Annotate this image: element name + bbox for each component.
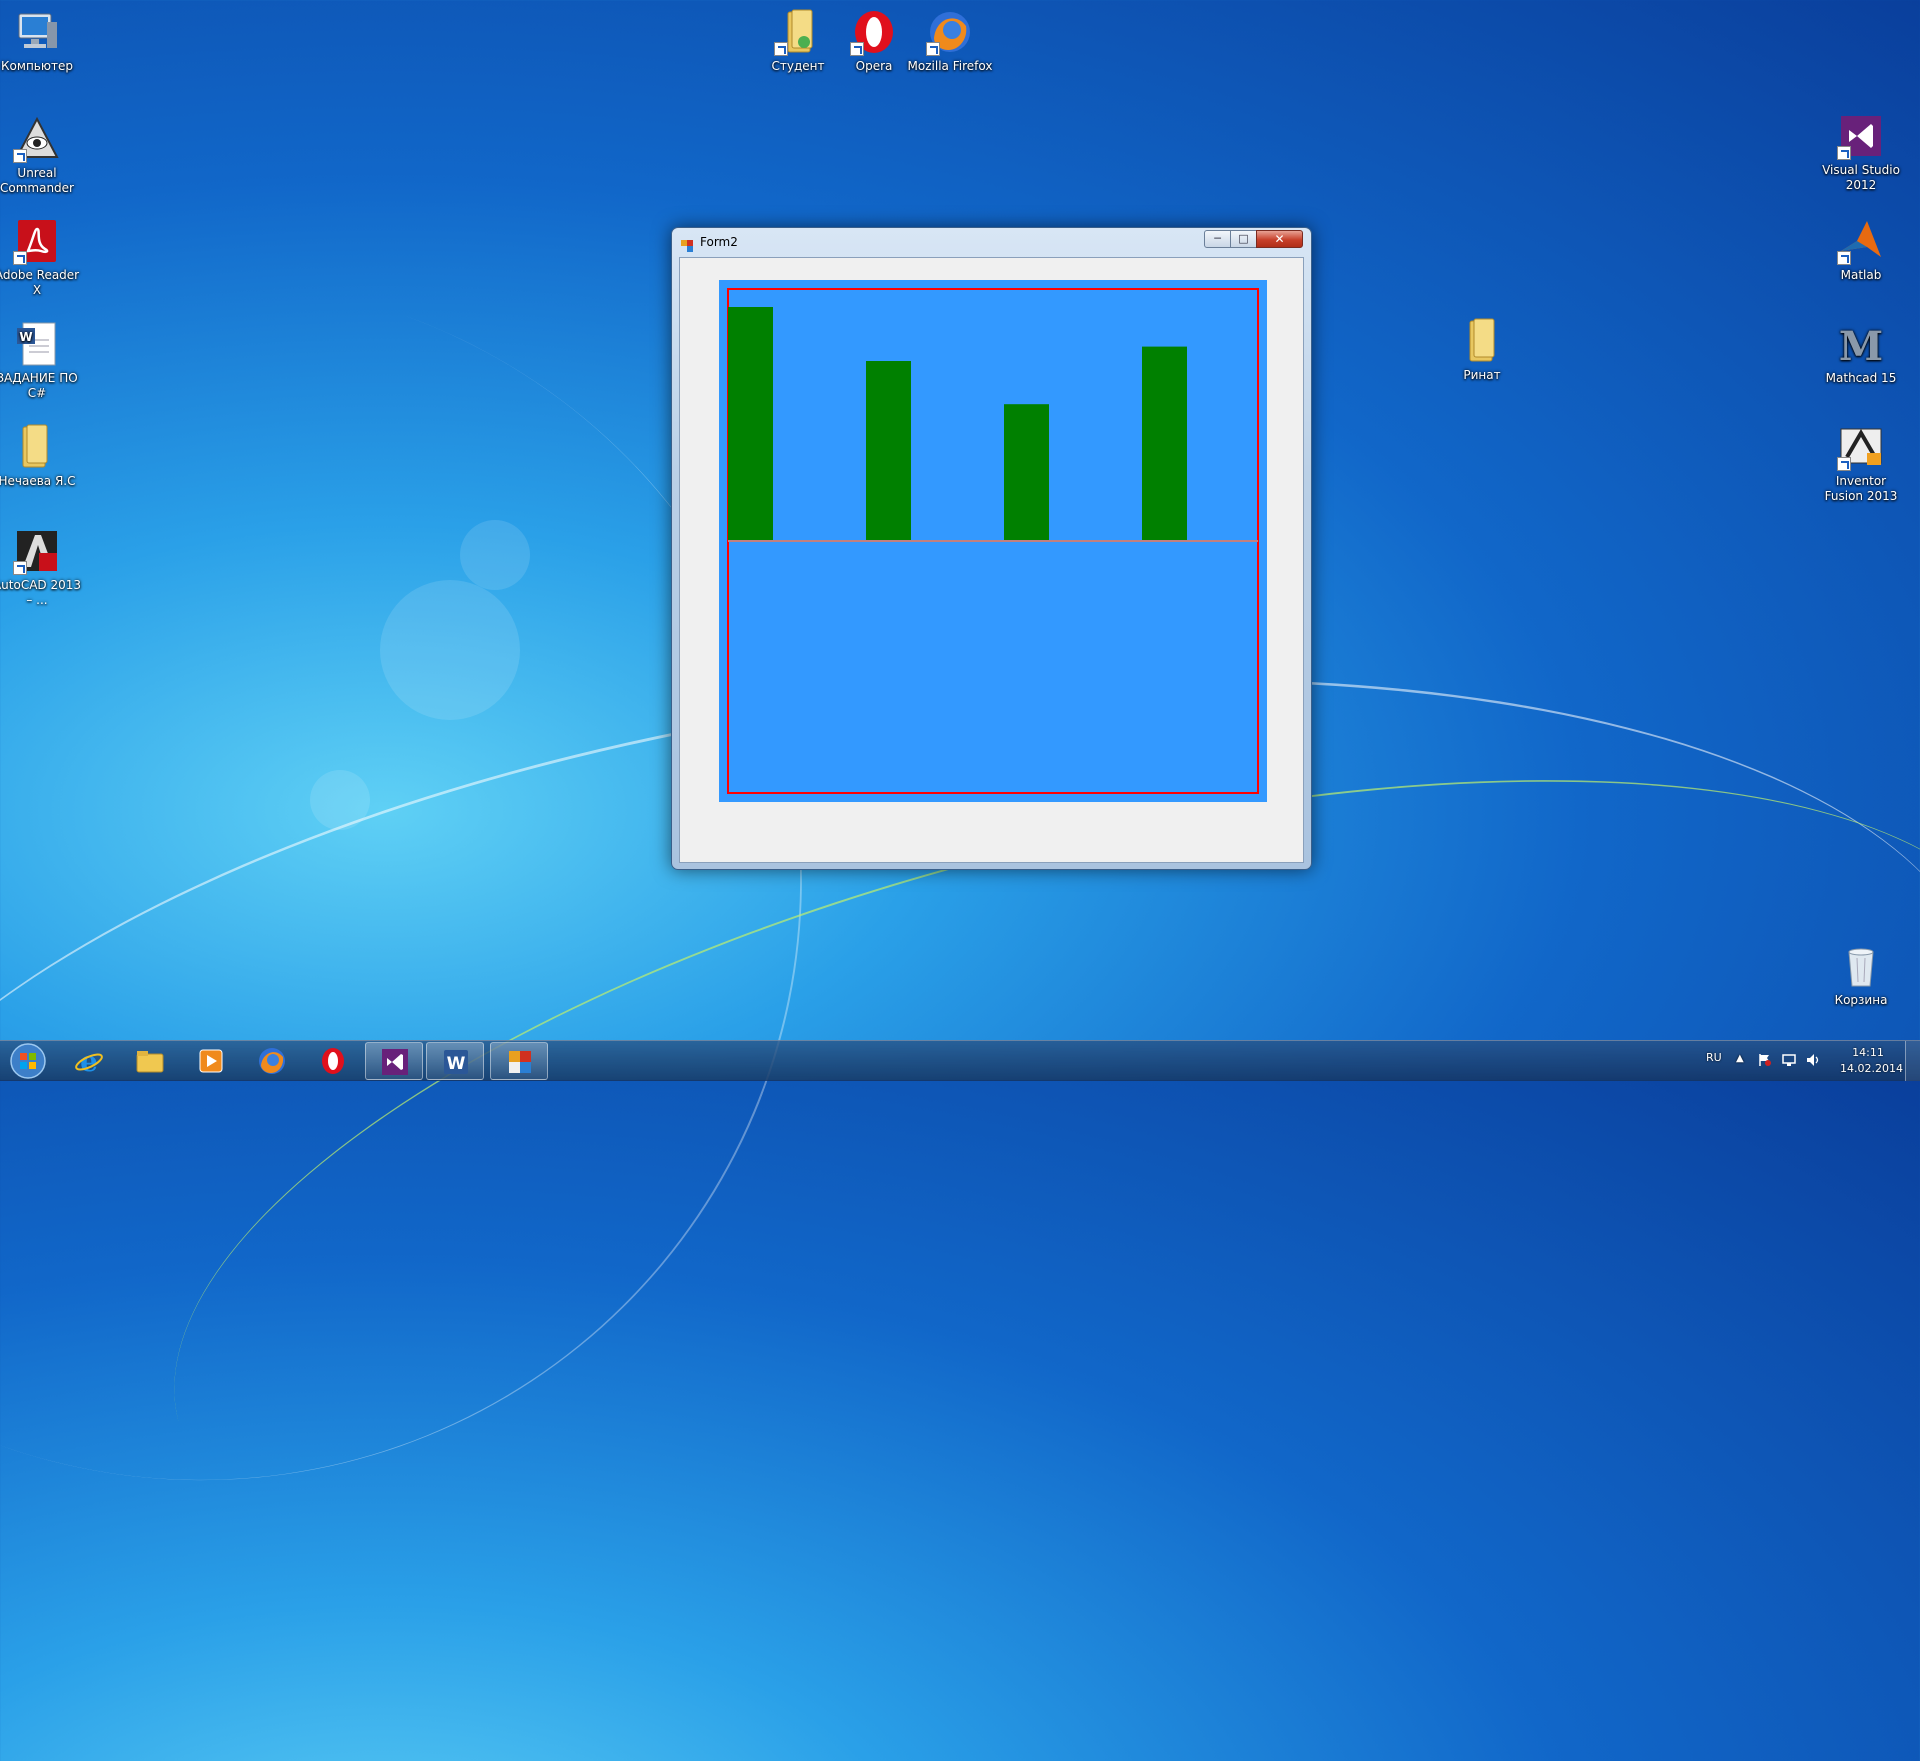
mathcad-icon: M — [1837, 320, 1885, 368]
close-button[interactable]: ✕ — [1256, 230, 1303, 248]
windows-start-icon — [10, 1043, 46, 1079]
form-app-icon — [681, 237, 693, 252]
desktop-icon-label: Mozilla Firefox — [907, 59, 993, 73]
chart-bar — [1004, 404, 1049, 541]
window-title: Form2 — [700, 235, 738, 249]
desktop-icon-firefox[interactable]: Mozilla Firefox — [905, 8, 995, 74]
folder-icon — [1458, 317, 1506, 365]
desktop-icon-label: Inventor Fusion 2013 — [1824, 474, 1898, 503]
network-icon[interactable] — [1782, 1053, 1796, 1070]
form2-window[interactable]: Form2 ─ □ ✕ — [671, 227, 1312, 870]
desktop-icon-label: ЗАДАНИЕ ПО C# — [0, 371, 78, 400]
desktop-icon-label: Mathcad 15 — [1825, 371, 1897, 385]
taskbar-word[interactable]: W — [426, 1042, 484, 1080]
taskbar-form2[interactable] — [490, 1042, 548, 1080]
folder-icon — [136, 1051, 164, 1073]
wallpaper-glow — [380, 580, 520, 720]
media-player-icon — [199, 1049, 223, 1073]
taskbar-internet-explorer[interactable]: e — [60, 1042, 118, 1080]
language-indicator[interactable]: RU — [1706, 1051, 1722, 1064]
start-button[interactable] — [3, 1041, 53, 1081]
word-icon: W — [444, 1050, 468, 1074]
action-center-flag-icon[interactable] — [1758, 1053, 1772, 1070]
svg-text:W: W — [19, 330, 32, 344]
svg-text:M: M — [1839, 323, 1883, 368]
desktop-icon-label: Matlab — [1840, 268, 1882, 282]
computer-icon — [13, 8, 61, 56]
clock-date: 14.02.2014 — [1840, 1062, 1903, 1075]
show-desktop-button[interactable] — [1905, 1041, 1920, 1081]
desktop-icon-unreal-commander[interactable]: Unreal Commander — [0, 115, 82, 196]
maximize-button[interactable]: □ — [1230, 230, 1257, 248]
autocad-icon — [13, 527, 61, 575]
taskbar-opera[interactable] — [304, 1042, 362, 1080]
matlab-icon — [1837, 217, 1885, 265]
firefox-icon — [259, 1048, 285, 1074]
desktop-icon-rinat[interactable]: Ринат — [1437, 317, 1527, 383]
clock-time: 14:11 — [1852, 1046, 1884, 1059]
unreal-commander-icon — [13, 115, 61, 163]
recycle-bin-icon — [1837, 942, 1885, 990]
desktop-icon-label: Нечаева Я.С — [0, 474, 76, 488]
desktop-icon-mathcad[interactable]: M Mathcad 15 — [1816, 320, 1906, 386]
minimize-icon: ─ — [1214, 232, 1221, 245]
desktop-icon-label: Unreal Commander — [0, 166, 74, 195]
desktop-icon-label: Visual Studio 2012 — [1822, 163, 1900, 192]
form-app-icon — [509, 1051, 531, 1073]
folder-icon — [13, 423, 61, 471]
minimize-button[interactable]: ─ — [1204, 230, 1231, 248]
desktop-icon-label: Компьютер — [1, 59, 73, 73]
chart-bar — [1142, 346, 1187, 541]
desktop-icon-recycle-bin[interactable]: Корзина — [1816, 942, 1906, 1008]
desktop-icon-matlab[interactable]: Matlab — [1816, 217, 1906, 283]
visual-studio-icon — [1837, 112, 1885, 160]
desktop-icon-adobe-reader[interactable]: Adobe Reader X — [0, 217, 82, 298]
wallpaper-glow — [460, 520, 530, 590]
desktop-icon-visual-studio[interactable]: Visual Studio 2012 — [1816, 112, 1906, 193]
pdf-icon — [13, 217, 61, 265]
svg-text:W: W — [447, 1054, 466, 1074]
desktop-icon-label: Ринат — [1463, 368, 1501, 382]
svg-text:e: e — [80, 1046, 98, 1076]
desktop-icon-nechaeva[interactable]: Нечаева Я.С — [0, 423, 82, 489]
form-client-area — [679, 257, 1304, 863]
taskbar: e W RU ▲ 14:11 14.02.2014 — [0, 1040, 1920, 1081]
taskbar-explorer[interactable] — [121, 1042, 179, 1080]
word-document-icon: W — [13, 320, 61, 368]
desktop-icon-zadanie[interactable]: W ЗАДАНИЕ ПО C# — [0, 320, 82, 401]
close-icon: ✕ — [1274, 232, 1285, 246]
maximize-icon: □ — [1238, 232, 1249, 245]
desktop-icon-autocad[interactable]: AutoCAD 2013 – ... — [0, 527, 82, 608]
firefox-icon — [926, 8, 974, 56]
desktop-icon-label: AutoCAD 2013 – ... — [0, 578, 82, 607]
volume-icon[interactable] — [1806, 1053, 1822, 1070]
window-titlebar[interactable]: Form2 ─ □ ✕ — [672, 228, 1311, 256]
desktop-icon-label: Корзина — [1834, 993, 1888, 1007]
folder-icon — [774, 8, 822, 56]
bar-chart — [727, 288, 1259, 794]
desktop-icon-label: Adobe Reader X — [0, 268, 80, 297]
opera-icon — [322, 1048, 344, 1074]
visual-studio-icon — [382, 1049, 408, 1075]
chart-bar — [866, 361, 911, 541]
chart-bar — [728, 307, 773, 541]
internet-explorer-icon: e — [75, 1046, 103, 1076]
taskbar-firefox[interactable] — [243, 1042, 301, 1080]
show-hidden-icons-arrow-icon[interactable]: ▲ — [1736, 1053, 1744, 1064]
taskbar-visual-studio[interactable] — [365, 1042, 423, 1080]
opera-icon — [850, 8, 898, 56]
system-clock[interactable]: 14:11 14.02.2014 — [1840, 1045, 1903, 1077]
inventor-fusion-icon — [1837, 423, 1885, 471]
taskbar-media-player[interactable] — [182, 1042, 240, 1080]
chart-panel — [719, 280, 1267, 802]
wallpaper-glow — [310, 770, 370, 830]
desktop-icon-computer[interactable]: Компьютер — [0, 8, 82, 74]
desktop-icon-inventor[interactable]: Inventor Fusion 2013 — [1816, 423, 1906, 504]
